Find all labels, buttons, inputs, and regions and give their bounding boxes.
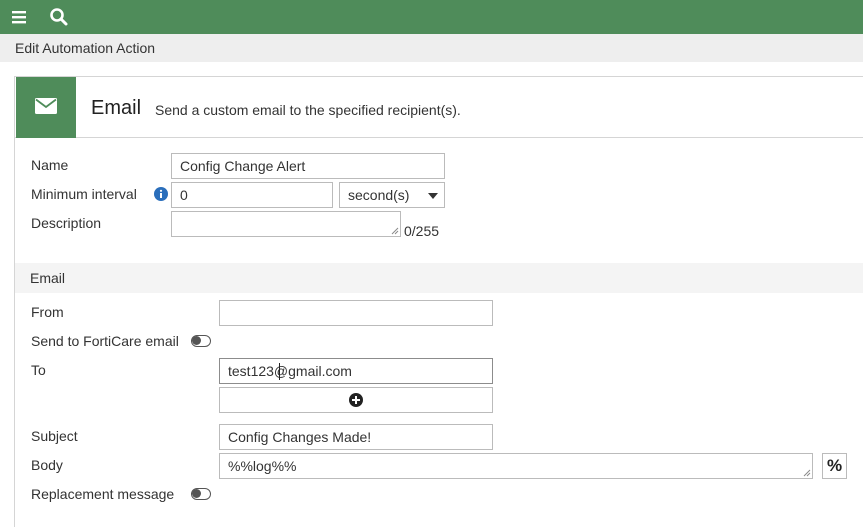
resize-grip-icon[interactable] <box>803 469 811 477</box>
subject-input[interactable]: Config Changes Made! <box>219 424 493 450</box>
interval-unit-value: second(s) <box>348 187 410 203</box>
plus-circle-icon <box>349 393 363 407</box>
email-section-header: Email <box>15 263 863 293</box>
action-description: Send a custom email to the specified rec… <box>155 102 461 118</box>
to-input[interactable]: test123@gmail.com <box>219 358 493 384</box>
email-section-title: Email <box>30 270 66 286</box>
body-label: Body <box>31 457 63 473</box>
resize-grip-icon[interactable] <box>391 227 399 235</box>
forticare-email-label: Send to FortiCare email <box>31 333 179 349</box>
info-icon[interactable] <box>154 187 168 201</box>
envelope-icon <box>35 98 57 114</box>
toggle-knob <box>192 489 201 498</box>
text-cursor <box>279 363 280 380</box>
body-textarea[interactable]: %%log%% <box>219 453 813 479</box>
minimum-interval-label: Minimum interval <box>31 186 137 202</box>
search-icon[interactable] <box>48 6 70 28</box>
toggle-knob <box>192 336 201 345</box>
from-input[interactable] <box>219 300 493 326</box>
description-textarea[interactable] <box>171 211 401 237</box>
interval-unit-select[interactable]: second(s) <box>339 182 445 208</box>
name-input[interactable]: Config Change Alert <box>171 153 445 179</box>
top-navigation-bar <box>0 0 863 34</box>
insert-variable-button[interactable]: % <box>822 453 847 479</box>
to-label: To <box>31 362 46 378</box>
minimum-interval-input[interactable]: 0 <box>171 182 333 208</box>
hamburger-menu-icon[interactable] <box>9 6 31 28</box>
name-label: Name <box>31 157 69 173</box>
action-icon-box <box>16 77 76 138</box>
page-title-bar: Edit Automation Action <box>0 34 863 62</box>
replacement-message-label: Replacement message <box>31 486 175 502</box>
add-recipient-button[interactable] <box>219 387 493 413</box>
description-counter: 0/255 <box>404 223 440 239</box>
action-title: Email <box>91 97 142 119</box>
subject-label: Subject <box>31 428 78 444</box>
page-title: Edit Automation Action <box>15 40 156 56</box>
forticare-email-toggle[interactable] <box>191 335 211 347</box>
description-label: Description <box>31 215 102 231</box>
action-header: Email Send a custom email to the specifi… <box>15 77 863 138</box>
replacement-message-toggle[interactable] <box>191 488 211 500</box>
body-value: %%log%% <box>228 458 297 474</box>
from-label: From <box>31 304 64 320</box>
chevron-down-icon <box>428 193 438 199</box>
